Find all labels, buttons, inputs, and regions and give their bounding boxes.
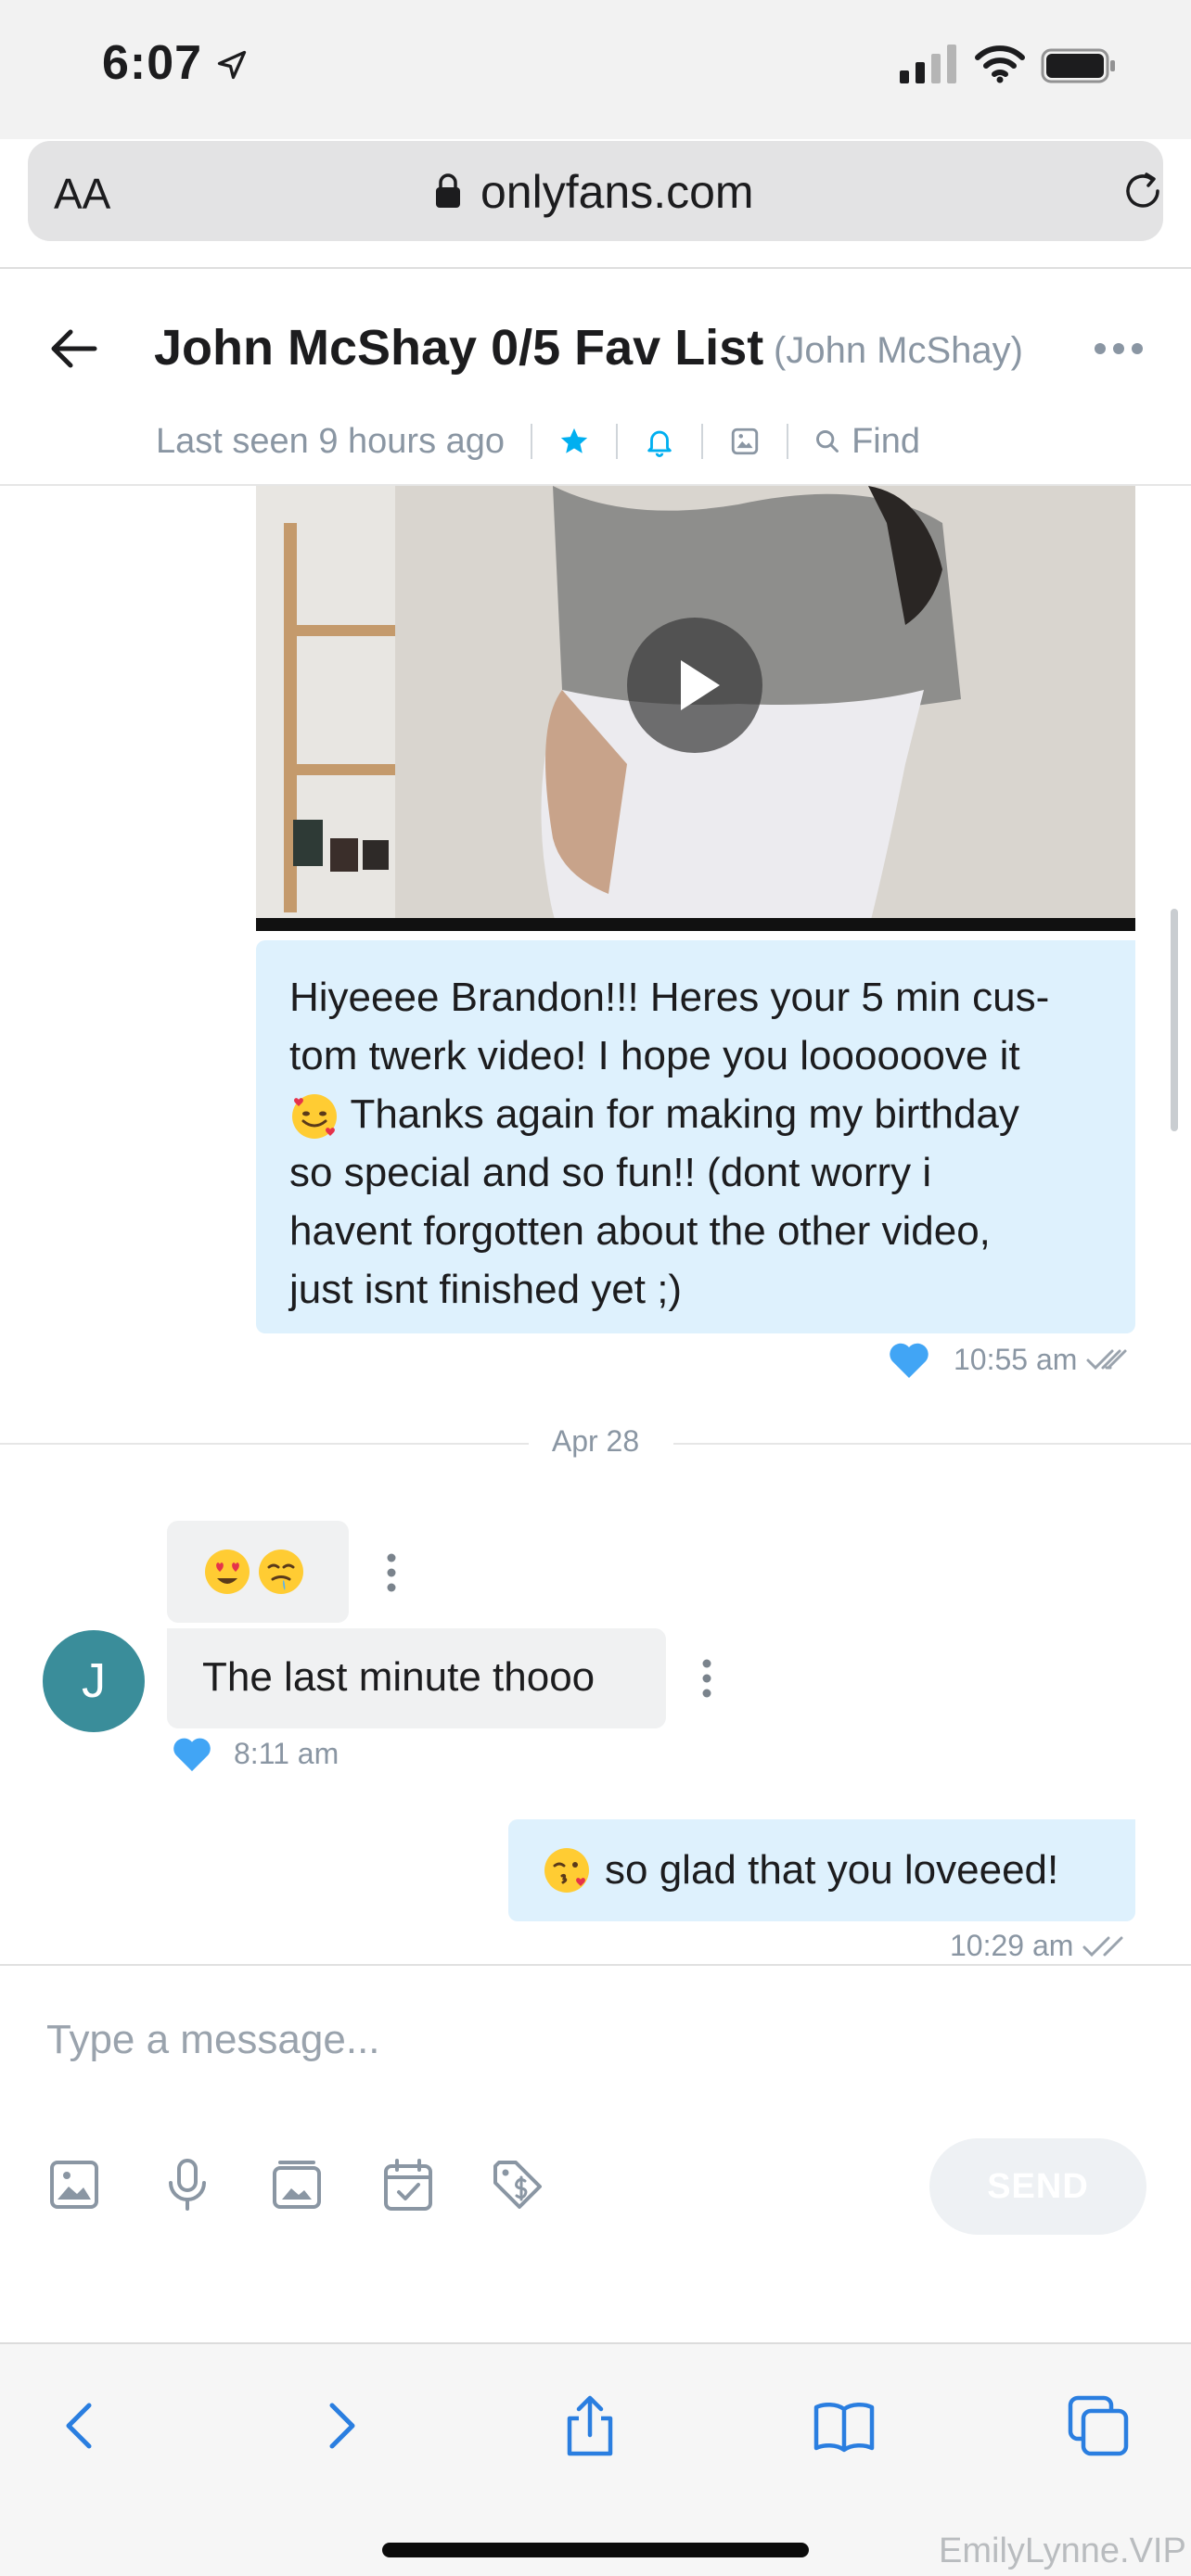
gallery-icon[interactable] bbox=[729, 426, 761, 457]
message-meta: 10:55 am bbox=[887, 1339, 1136, 1380]
back-icon[interactable] bbox=[48, 2392, 115, 2459]
image-icon[interactable] bbox=[46, 2157, 102, 2213]
address-bar[interactable]: AA onlyfans.com bbox=[28, 141, 1163, 241]
bookmarks-icon[interactable] bbox=[811, 2392, 877, 2459]
battery-icon bbox=[1041, 48, 1115, 83]
smiling-face-with-hearts-emoji bbox=[292, 1094, 337, 1140]
divider bbox=[616, 424, 619, 459]
message-meta: 10:29 am bbox=[950, 1929, 1133, 1963]
browser-toolbar: EmilyLynne.VIP bbox=[0, 2342, 1191, 2576]
message-line-text: Thanks again for making my birthday bbox=[350, 1091, 1019, 1137]
message-line: just isnt finished yet ;) bbox=[289, 1267, 683, 1312]
lock-icon bbox=[436, 173, 460, 208]
date-divider: Apr 28 bbox=[0, 1424, 1191, 1461]
message-time: 10:55 am bbox=[954, 1342, 1078, 1376]
message-time: 10:29 am bbox=[950, 1929, 1074, 1962]
find-button[interactable]: Find bbox=[814, 422, 920, 462]
heart-eyes-emoji bbox=[205, 1549, 250, 1594]
message-line: so special and so fun!! (dont worry i bbox=[289, 1150, 932, 1195]
heart-like-icon[interactable] bbox=[171, 1734, 213, 1773]
message-line: Hiyeeee Brandon!!! Heres your 5 min cus- bbox=[289, 975, 1050, 1020]
price-tag-icon[interactable] bbox=[490, 2157, 545, 2213]
message-line: havent forgotten about the other video, bbox=[289, 1208, 991, 1254]
chat-header: John McShay 0/5 Fav List (John McShay) L… bbox=[0, 269, 1191, 486]
reload-icon[interactable] bbox=[1119, 167, 1167, 215]
star-icon[interactable] bbox=[558, 426, 590, 457]
video-play-button[interactable] bbox=[627, 618, 762, 753]
divider bbox=[787, 424, 789, 459]
more-options-icon[interactable] bbox=[1093, 341, 1145, 356]
message-input[interactable] bbox=[46, 2012, 1141, 2068]
status-time: 6:07 bbox=[102, 36, 203, 90]
message-line: Thanks again for making my birthday bbox=[289, 1085, 1102, 1143]
message-options-icon[interactable] bbox=[384, 1550, 399, 1595]
chat-username[interactable]: (John McShay) bbox=[774, 330, 1023, 372]
last-seen-status: Last seen 9 hours ago bbox=[156, 421, 506, 461]
schedule-icon[interactable] bbox=[380, 2157, 436, 2213]
date-label: Apr 28 bbox=[551, 1424, 640, 1458]
play-icon bbox=[681, 660, 720, 710]
heart-like-icon[interactable] bbox=[887, 1339, 931, 1380]
double-check-icon bbox=[1082, 1936, 1123, 1957]
chat-title: John McShay 0/5 Fav List bbox=[154, 320, 764, 376]
double-check-icon bbox=[1086, 1349, 1127, 1371]
vault-icon[interactable] bbox=[269, 2157, 325, 2213]
composer-divider bbox=[0, 1964, 1191, 1966]
wifi-icon bbox=[975, 45, 1025, 83]
avatar[interactable]: J bbox=[43, 1630, 145, 1732]
divider bbox=[701, 424, 704, 459]
reader-settings-button[interactable]: AA bbox=[54, 169, 110, 219]
search-icon bbox=[816, 430, 839, 453]
location-arrow-icon bbox=[217, 50, 247, 80]
message-bubble-sent: Hiyeeee Brandon!!! Heres your 5 min cus-… bbox=[256, 940, 1135, 1333]
message-bubble-sent: so glad that you loveeed! bbox=[508, 1819, 1135, 1921]
message-meta: 8:11 am bbox=[171, 1734, 339, 1773]
url-field[interactable]: onlyfans.com bbox=[480, 165, 754, 219]
microphone-icon[interactable] bbox=[160, 2157, 215, 2213]
back-arrow-icon[interactable] bbox=[48, 323, 100, 375]
status-bar: 6:07 bbox=[0, 0, 1191, 139]
scrollbar[interactable] bbox=[1171, 909, 1178, 1131]
home-indicator[interactable] bbox=[382, 2543, 809, 2557]
kissing-heart-emoji bbox=[544, 1848, 589, 1893]
message-bubble-received bbox=[167, 1521, 349, 1623]
find-label: Find bbox=[852, 421, 920, 461]
watermark: EmilyLynne.VIP bbox=[939, 2531, 1186, 2570]
cellular-signal-icon bbox=[900, 45, 956, 83]
message-time: 8:11 am bbox=[234, 1736, 339, 1770]
tabs-icon[interactable] bbox=[1065, 2392, 1132, 2459]
drooling-face-emoji bbox=[259, 1549, 303, 1594]
message-options-icon[interactable] bbox=[699, 1656, 714, 1701]
message-text: so glad that you loveeed! bbox=[605, 1847, 1059, 1893]
send-button[interactable]: SEND bbox=[929, 2138, 1146, 2235]
message-bubble-received: The last minute thooo bbox=[167, 1628, 666, 1728]
divider bbox=[531, 424, 533, 459]
forward-icon[interactable] bbox=[306, 2392, 373, 2459]
message-line: tom twerk video! I hope you loooooove it bbox=[289, 1033, 1020, 1078]
chat-subheader: Last seen 9 hours ago Find bbox=[156, 415, 920, 467]
share-icon[interactable] bbox=[557, 2392, 623, 2459]
bell-icon[interactable] bbox=[644, 426, 675, 457]
